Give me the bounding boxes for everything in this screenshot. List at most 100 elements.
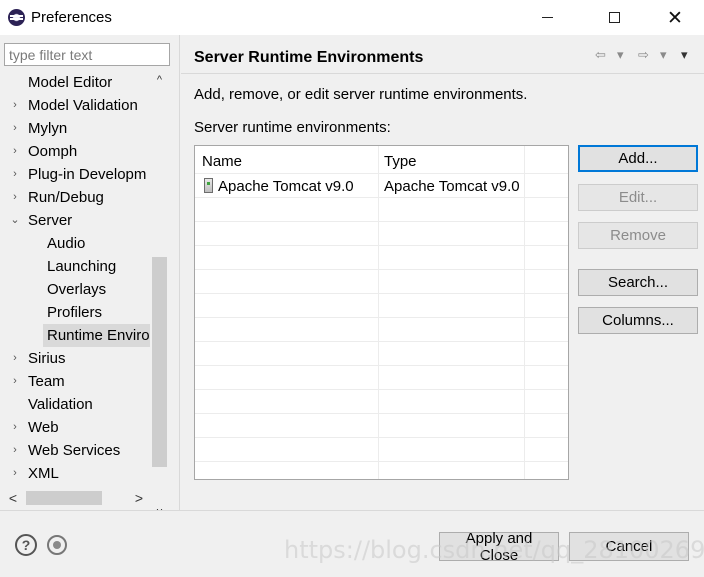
scrollbar-thumb[interactable] [26,491,102,505]
chevron-down-icon[interactable]: ⌄ [9,209,21,232]
tree-item-label: Model Editor [28,74,113,91]
add-button[interactable]: Add... [578,145,698,172]
view-menu-icon[interactable]: ▾ [681,47,688,63]
page-title: Server Runtime Environments [194,49,424,66]
preference-page: Server Runtime Environments ⇦ ▾ ⇨ ▾ ▾ Ad… [181,35,704,510]
preferences-tree-pane: Model Editor › Model Validation › Mylyn … [0,35,180,523]
tree-item-sirius[interactable]: › Sirius [0,347,150,370]
tree-item-label: Launching [47,258,117,275]
tree-item-runtime-environments[interactable]: Runtime Environ [0,324,150,347]
row-divider [195,389,568,390]
tree-item-label: Mylyn [28,120,68,137]
page-description: Add, remove, or edit server runtime envi… [194,86,528,103]
maximize-icon [608,12,620,23]
row-divider [195,317,568,318]
row-divider [195,269,568,270]
close-button[interactable]: ✕ [652,0,698,35]
tree-item-web-services[interactable]: › Web Services [0,439,150,462]
tree-item-overlays[interactable]: Overlays [0,278,150,301]
row-divider [195,221,568,222]
search-button[interactable]: Search... [578,269,698,296]
tree-item-label: Audio [47,235,86,252]
chevron-right-icon[interactable]: › [9,140,21,163]
environments-list-label: Server runtime environments: [194,119,391,136]
back-arrow-icon[interactable]: ⇦ [595,47,606,63]
row-divider [195,293,568,294]
tree-item-mylyn[interactable]: › Mylyn [0,117,150,140]
tree-item-label: Server [28,212,73,229]
tree-item-team[interactable]: › Team [0,370,150,393]
tree-item-label: Web [28,419,59,436]
tree-item-label: Web Services [28,442,121,459]
chevron-right-icon[interactable]: › [9,439,21,462]
tree-item-web[interactable]: › Web [0,416,150,439]
maximize-button[interactable] [591,0,637,35]
row-divider [195,341,568,342]
minimize-icon [541,17,553,18]
remove-button[interactable]: Remove [578,222,698,249]
chevron-right-icon[interactable]: › [9,370,21,393]
forward-arrow-icon[interactable]: ⇨ [638,47,649,63]
tree-vertical-scrollbar[interactable]: ^ v [150,71,169,523]
tree-item-label: XML [28,465,59,482]
eclipse-icon [8,9,25,26]
help-icon[interactable]: ? [15,534,37,556]
scroll-left-icon[interactable]: < [4,488,22,508]
columns-button[interactable]: Columns... [578,307,698,334]
tree-item-label: Run/Debug [28,189,104,206]
tree-item-run-debug[interactable]: › Run/Debug [0,186,150,209]
row-type-cell: Apache Tomcat v9.0 [384,178,520,195]
import-export-icon[interactable] [47,535,67,555]
row-divider [195,413,568,414]
tree-item-validation[interactable]: Validation [0,393,150,416]
row-divider [195,197,568,198]
column-header-name[interactable]: Name [202,153,242,170]
tree-item-launching[interactable]: Launching [0,255,150,278]
row-name-cell: Apache Tomcat v9.0 [218,178,354,195]
tree-item-xml[interactable]: › XML [0,462,150,485]
dialog-button-bar: ? Apply and Close Cancel https://blog.cs… [0,510,704,577]
scroll-right-icon[interactable]: > [130,488,148,508]
row-divider [195,437,568,438]
chevron-right-icon[interactable]: › [9,462,21,485]
tree-item-plugin-development[interactable]: › Plug-in Developm [0,163,150,186]
chevron-right-icon[interactable]: › [9,163,21,186]
edit-button[interactable]: Edit... [578,184,698,211]
chevron-right-icon[interactable]: › [9,416,21,439]
tree-item-profilers[interactable]: Profilers [0,301,150,324]
filter-input[interactable] [4,43,170,66]
header-divider [195,173,568,174]
column-header-type[interactable]: Type [384,153,417,170]
tree-item-audio[interactable]: Audio [0,232,150,255]
tree-item-label: Sirius [28,350,66,367]
back-menu-icon[interactable]: ▾ [617,47,624,63]
tree-item-model-editor[interactable]: Model Editor [0,71,150,94]
tree-item-label: Model Validation [28,97,138,114]
forward-menu-icon[interactable]: ▾ [660,47,667,63]
tree-item-label: Overlays [47,281,107,298]
tree-item-server[interactable]: ⌄ Server [0,209,150,232]
minimize-button[interactable] [524,0,570,35]
scrollbar-thumb[interactable] [152,257,167,467]
chevron-right-icon[interactable]: › [9,117,21,140]
title-bar: Preferences ✕ [0,0,704,35]
tree-item-label: Profilers [47,304,103,321]
preferences-tree: Model Editor › Model Validation › Mylyn … [0,71,150,487]
row-divider [195,245,568,246]
runtime-environments-table[interactable]: Name Type Apache Tomcat v9.0 Apache Tomc… [194,145,569,480]
scroll-up-icon[interactable]: ^ [150,71,169,89]
tree-horizontal-scrollbar[interactable]: < > [4,488,150,508]
chevron-right-icon[interactable]: › [9,94,21,117]
tree-item-oomph[interactable]: › Oomph [0,140,150,163]
close-icon: ✕ [667,6,683,29]
tree-item-label: Plug-in Developm [28,166,147,183]
row-divider [195,365,568,366]
server-icon [204,178,213,193]
chevron-right-icon[interactable]: › [9,186,21,209]
watermark: https://blog.csdn.net/qq_28100269 [284,536,704,564]
window-title: Preferences [31,9,112,26]
tree-item-model-validation[interactable]: › Model Validation [0,94,150,117]
chevron-right-icon[interactable]: › [9,347,21,370]
tree-item-label: Validation [28,396,93,413]
tree-item-label: Team [28,373,65,390]
